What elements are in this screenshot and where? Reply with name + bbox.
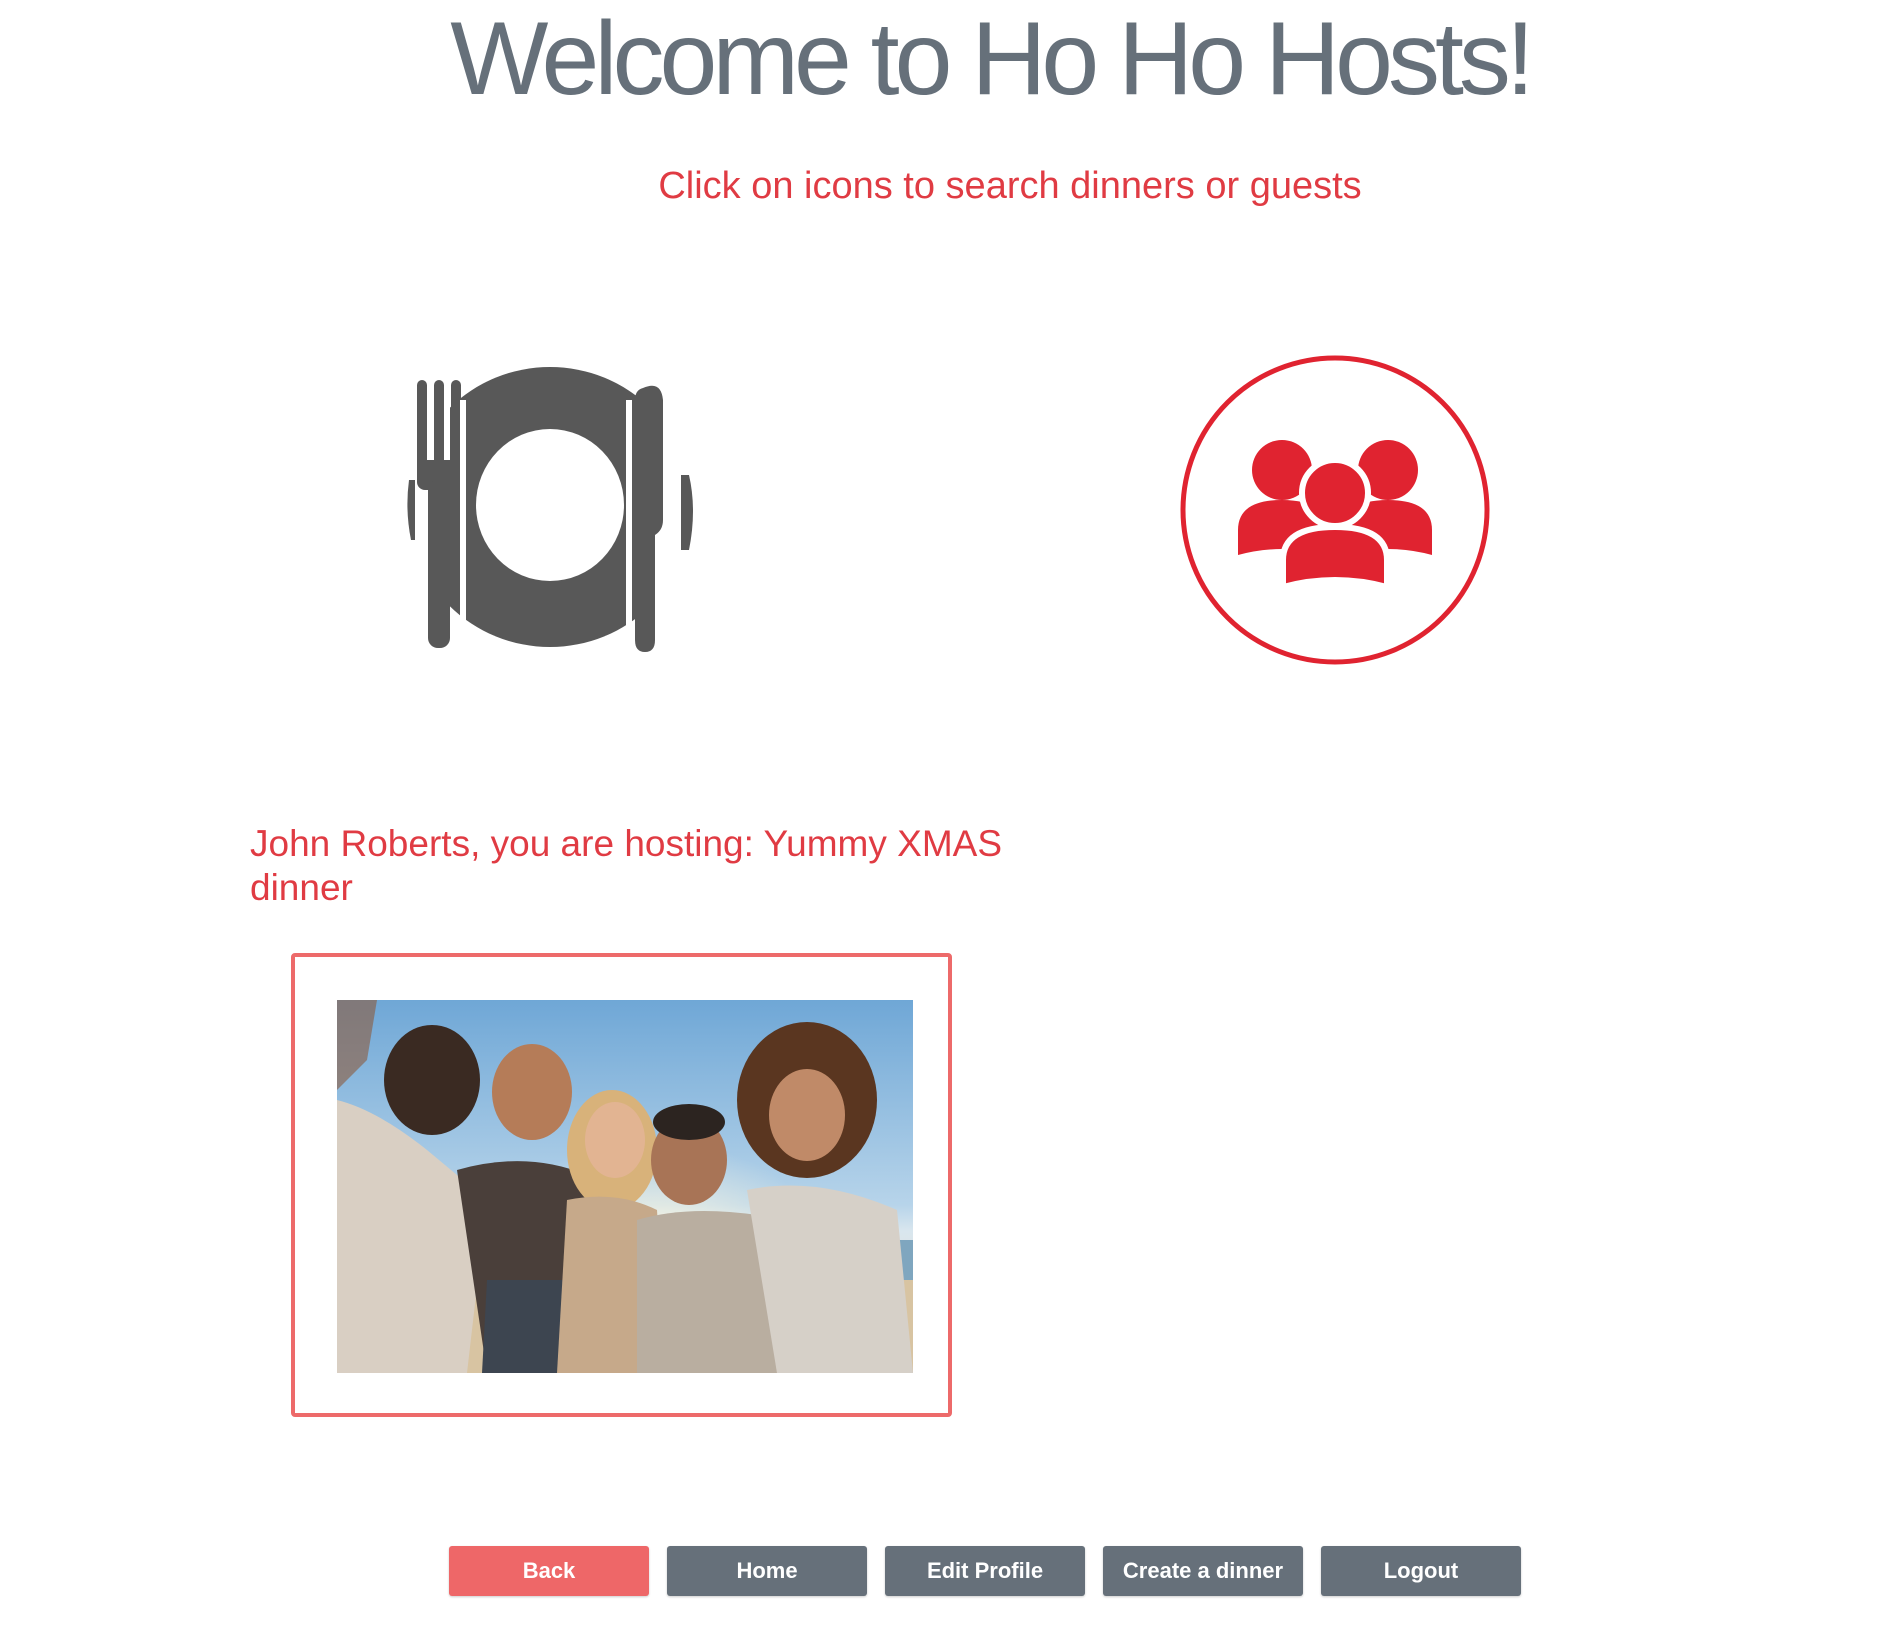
edit-profile-button[interactable]: Edit Profile <box>885 1546 1085 1596</box>
plate-fork-knife-icon <box>405 360 705 660</box>
hosting-message: John Roberts, you are hosting: Yummy XMA… <box>250 823 1003 909</box>
page-title: Welcome to Ho Ho Hosts! <box>450 1 1534 117</box>
dinner-photo <box>337 1000 913 1373</box>
logout-button[interactable]: Logout <box>1321 1546 1521 1596</box>
search-guests-icon[interactable] <box>1180 355 1490 665</box>
back-button[interactable]: Back <box>449 1546 649 1596</box>
bottom-nav: Back Home Edit Profile Create a dinner L… <box>449 1546 1521 1596</box>
page: Welcome to Ho Ho Hosts! Click on icons t… <box>0 0 1890 1636</box>
group-people-icon <box>1180 355 1490 665</box>
home-button[interactable]: Home <box>667 1546 867 1596</box>
create-dinner-button[interactable]: Create a dinner <box>1103 1546 1303 1596</box>
search-dinners-icon[interactable] <box>405 360 705 660</box>
group-photo-image <box>337 1000 913 1373</box>
dinner-photo-card[interactable] <box>291 953 952 1417</box>
page-subtitle: Click on icons to search dinners or gues… <box>658 165 1362 207</box>
